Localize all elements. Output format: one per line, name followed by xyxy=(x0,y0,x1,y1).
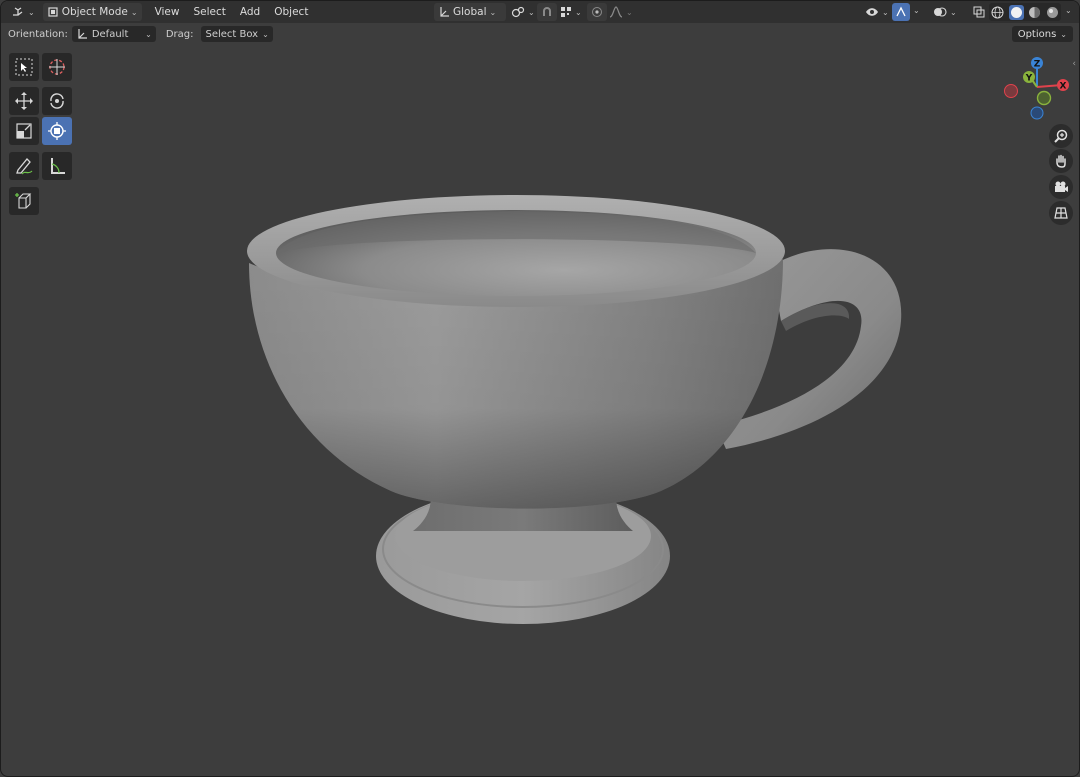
drag-setting-label: Drag: xyxy=(165,28,194,40)
chevron-down-icon: ⌄ xyxy=(130,7,138,17)
ortho-toggle-button[interactable] xyxy=(1049,201,1073,225)
menu-add[interactable]: Add xyxy=(233,6,267,18)
cursor-icon xyxy=(49,59,65,75)
neg-y-axis-handle[interactable] xyxy=(1036,90,1052,106)
orientation-axes-icon xyxy=(78,29,87,39)
tool-select-box[interactable] xyxy=(9,53,39,81)
annotate-icon xyxy=(16,158,33,175)
tool-annotate[interactable] xyxy=(9,152,39,180)
chevron-down-icon: ⌄ xyxy=(145,29,152,39)
blender-3d-viewport[interactable]: ⌄ Object Mode ⌄ View Select Add Object G… xyxy=(0,0,1080,777)
tool-settings-bar: Orientation: Default ⌄ Drag: Select Box … xyxy=(1,23,1079,45)
tool-scale[interactable] xyxy=(9,117,39,145)
transform-icon xyxy=(48,122,66,140)
drag-value: Select Box xyxy=(205,28,259,40)
chevron-down-icon: ⌄ xyxy=(262,29,269,39)
mode-label: Object Mode xyxy=(61,6,128,18)
gizmo-toggle-icon xyxy=(896,6,906,17)
navigation-gizmo[interactable]: Z X Y xyxy=(999,53,1075,121)
chevron-down-icon: ⌄ xyxy=(626,7,633,17)
falloff-curve-icon xyxy=(609,6,623,18)
proportional-edit-toggle[interactable] xyxy=(587,3,607,21)
orientation-dropdown[interactable]: Default ⌄ xyxy=(71,26,156,42)
selectability-visibility-selector[interactable]: ⌄ xyxy=(861,3,893,21)
camera-view-button[interactable] xyxy=(1049,175,1073,199)
shading-mode-group xyxy=(989,3,1061,21)
x-axis-label: X xyxy=(1060,82,1067,92)
object-mode-icon xyxy=(48,7,58,17)
gizmo-toggle[interactable] xyxy=(892,3,910,21)
snap-increment-icon xyxy=(561,7,571,17)
editor-type-selector[interactable]: ⌄ xyxy=(7,3,39,21)
neg-z-axis-handle[interactable] xyxy=(1030,106,1044,120)
rotate-icon xyxy=(50,93,64,109)
orientation-value: Default xyxy=(91,28,129,40)
proportional-edit-icon xyxy=(592,7,602,17)
chevron-down-icon: ⌄ xyxy=(950,7,957,17)
chevron-down-icon: ⌄ xyxy=(489,7,497,17)
tool-measure[interactable] xyxy=(42,152,72,180)
menu-select[interactable]: Select xyxy=(186,6,232,18)
orientation-setting-label: Orientation: xyxy=(8,28,68,40)
tool-cursor[interactable] xyxy=(42,53,72,81)
overlay-icon xyxy=(934,7,947,17)
zoom-icon xyxy=(1054,129,1068,143)
transform-orientation-selector[interactable]: Global ⌄ xyxy=(434,3,506,21)
zoom-button[interactable] xyxy=(1049,124,1073,148)
tool-add-cube[interactable] xyxy=(9,187,39,215)
solid-shading-icon[interactable] xyxy=(1008,4,1024,20)
tool-move[interactable] xyxy=(9,87,39,115)
measure-icon xyxy=(51,158,65,174)
eye-selectability-icon xyxy=(866,8,878,16)
scale-icon xyxy=(16,123,32,139)
options-label: Options xyxy=(1017,28,1057,40)
falloff-selector[interactable]: ⌄ xyxy=(605,3,637,21)
view3d-editor-icon xyxy=(13,7,23,16)
ortho-grid-icon xyxy=(1054,207,1068,219)
pan-hand-icon xyxy=(1056,154,1066,168)
magnet-snap-icon xyxy=(543,7,551,16)
pivot-icon xyxy=(511,6,525,18)
camera-icon xyxy=(1055,181,1068,192)
pan-button[interactable] xyxy=(1049,149,1073,173)
chevron-down-icon: ⌄ xyxy=(882,7,889,17)
sidebar-collapse-icon[interactable]: ‹ xyxy=(1072,59,1076,69)
select-box-icon xyxy=(15,58,33,76)
chevron-down-icon: ⌄ xyxy=(528,7,535,17)
chevron-down-icon[interactable]: ⌄ xyxy=(913,6,920,15)
chevron-down-icon[interactable]: ⌄ xyxy=(1065,6,1072,15)
chevron-down-icon: ⌄ xyxy=(28,7,35,17)
mode-selector[interactable]: Object Mode ⌄ xyxy=(42,3,142,21)
xray-toggle[interactable] xyxy=(969,3,989,21)
chevron-down-icon: ⌄ xyxy=(575,7,582,17)
pivot-selector[interactable]: ⌄ xyxy=(507,3,539,21)
snap-toggle[interactable] xyxy=(537,3,557,21)
neg-x-axis-handle[interactable] xyxy=(1004,84,1018,98)
rendered-shading-icon[interactable] xyxy=(1046,6,1059,19)
overlay-toggle[interactable]: ⌄ xyxy=(929,3,961,21)
drag-dropdown[interactable]: Select Box ⌄ xyxy=(201,26,273,42)
wireframe-shading-icon[interactable] xyxy=(991,6,1004,19)
add-cube-icon xyxy=(15,193,32,209)
teacup-mesh xyxy=(247,195,902,624)
xray-icon xyxy=(973,6,985,18)
orientation-label: Global xyxy=(453,6,487,18)
y-axis-label: Y xyxy=(1025,74,1033,84)
snap-target-selector[interactable]: ⌄ xyxy=(556,3,586,21)
tool-rotate[interactable] xyxy=(42,87,72,115)
menu-view[interactable]: View xyxy=(148,6,187,18)
options-dropdown[interactable]: Options ⌄ xyxy=(1011,26,1073,42)
orientation-axes-icon xyxy=(440,7,449,17)
move-icon xyxy=(15,92,33,110)
menu-object[interactable]: Object xyxy=(267,6,315,18)
viewport-header: ⌄ Object Mode ⌄ View Select Add Object G… xyxy=(1,1,1079,23)
tool-transform[interactable] xyxy=(42,117,72,145)
material-shading-icon[interactable] xyxy=(1028,6,1041,19)
chevron-down-icon: ⌄ xyxy=(1060,29,1067,39)
z-axis-label: Z xyxy=(1034,60,1041,70)
